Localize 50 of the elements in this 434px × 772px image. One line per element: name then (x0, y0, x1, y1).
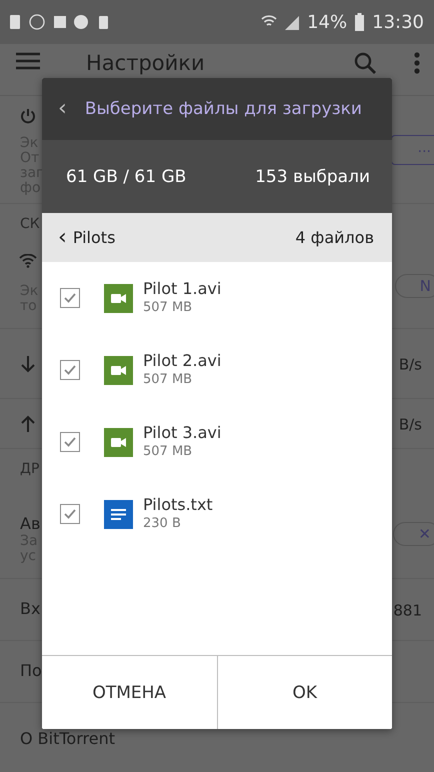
video-file-icon (104, 284, 133, 312)
upload-arrow-icon (20, 415, 36, 433)
file-size: 230 B (143, 515, 182, 533)
setting-title: По (20, 661, 42, 681)
storage-size: 61 GB / 61 GB (66, 166, 186, 186)
checkbox[interactable] (60, 288, 80, 308)
battery-percent: 14% (307, 12, 348, 32)
battery-icon (355, 13, 364, 31)
search-icon[interactable] (354, 52, 376, 74)
checkbox[interactable] (60, 504, 80, 524)
clock: 13:30 (372, 12, 424, 32)
file-name: Pilots.txt (143, 495, 213, 515)
cancel-button[interactable]: ОТМЕНА (42, 656, 216, 729)
setting-value: B/s (398, 415, 422, 433)
check-icon (64, 365, 76, 375)
file-name: Pilot 1.avi (143, 279, 222, 299)
selected-count: 153 выбрали (255, 166, 370, 186)
file-name: Pilot 3.avi (143, 423, 222, 443)
more-options-icon[interactable] (414, 52, 420, 74)
check-icon (64, 509, 76, 519)
menu-icon[interactable] (16, 52, 40, 70)
setting-title: О BitTorrent (20, 729, 115, 749)
folder-name: Pilots (72, 228, 116, 247)
wifi-icon (19, 254, 37, 268)
folder-back-button[interactable]: ‹ (58, 226, 67, 248)
document-file-icon (104, 500, 133, 528)
setting-value: 881 (393, 601, 422, 619)
file-size: 507 MB (143, 299, 194, 317)
dialog-title: Выберите файлы для загрузки (84, 99, 362, 119)
setting-title: Ав (20, 514, 40, 534)
file-size: 507 MB (143, 371, 194, 389)
back-button[interactable]: ‹ (58, 98, 67, 120)
setting-title: Вх (20, 599, 40, 619)
video-file-icon (104, 428, 133, 456)
screen-title: Настройки (86, 52, 206, 74)
signal-icon (285, 14, 300, 30)
file-size: 507 MB (143, 443, 194, 461)
section-header: СК (20, 216, 40, 232)
file-name: Pilot 2.avi (143, 351, 222, 371)
setting-value: B/s (398, 355, 422, 373)
file-count: 4 файлов (295, 228, 374, 247)
checkbox[interactable] (60, 360, 80, 380)
checkbox[interactable] (60, 432, 80, 452)
download-arrow-icon (20, 355, 36, 373)
ok-button[interactable]: OK (216, 656, 392, 729)
video-file-icon (104, 356, 133, 384)
check-icon (64, 293, 76, 303)
power-icon (20, 108, 36, 124)
check-icon (64, 437, 76, 447)
section-header: ДР (20, 461, 40, 477)
